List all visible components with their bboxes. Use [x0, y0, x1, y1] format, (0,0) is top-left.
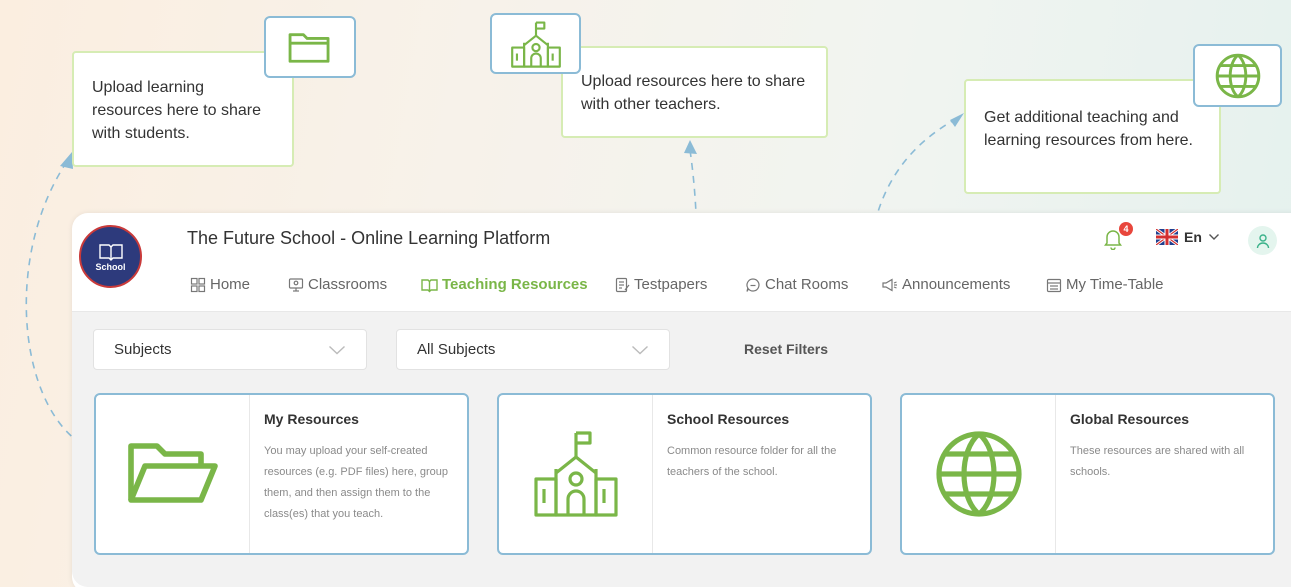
nav-classrooms[interactable]: Classrooms	[288, 276, 387, 293]
callout-my-resources: Upload learning resources here to share …	[72, 51, 294, 167]
all-subjects-select-value: All Subjects	[417, 341, 496, 358]
megaphone-icon	[882, 277, 897, 292]
book-icon	[421, 278, 438, 292]
home-icon	[190, 277, 206, 292]
callout-school-badge	[490, 13, 581, 74]
callout-globe-badge	[1193, 44, 1282, 107]
subjects-select-value: Subjects	[114, 341, 172, 358]
my-resources-card[interactable]: My Resources You may upload your self-cr…	[94, 393, 469, 555]
card-icon-area	[499, 395, 652, 553]
reset-filters-button[interactable]: Reset Filters	[744, 341, 828, 357]
all-subjects-select[interactable]: All Subjects	[396, 329, 670, 370]
school-icon	[533, 431, 618, 517]
user-icon	[1256, 233, 1269, 248]
callout-text: Upload learning resources here to share …	[92, 79, 261, 142]
card-title: School Resources	[667, 411, 790, 427]
school-logo[interactable]: School	[79, 225, 142, 288]
folder-icon	[127, 443, 218, 503]
callout-school-resources: Upload resources here to share with othe…	[561, 46, 828, 138]
uk-flag-icon	[1156, 229, 1178, 245]
subjects-select[interactable]: Subjects	[93, 329, 367, 370]
nav-chat-rooms[interactable]: Chat Rooms	[745, 276, 848, 293]
card-divider	[249, 395, 250, 553]
nav-chat-rooms-label: Chat Rooms	[765, 276, 849, 293]
nav-timetable[interactable]: My Time-Table	[1046, 276, 1164, 293]
nav-teaching-resources[interactable]: Teaching Resources	[421, 276, 588, 293]
card-description: Common resource folder for all the teach…	[667, 445, 837, 478]
card-icon-area	[902, 395, 1055, 553]
classroom-icon	[288, 277, 304, 292]
card-divider	[652, 395, 653, 553]
nav-timetable-label: My Time-Table	[1066, 276, 1164, 293]
callout-text: Upload resources here to share with othe…	[581, 73, 806, 113]
book-crest-icon	[98, 244, 123, 261]
chat-icon	[746, 277, 760, 292]
logo-text: School	[95, 262, 126, 272]
notification-badge: 4	[1119, 222, 1133, 236]
callout-global-resources: Get additional teaching and learning res…	[964, 79, 1221, 194]
calendar-icon	[1046, 278, 1062, 292]
platform-title: The Future School - Online Learning Plat…	[187, 228, 551, 248]
callout-folder-badge	[264, 16, 356, 78]
chevron-down-icon	[632, 345, 648, 354]
school-icon	[510, 20, 561, 68]
card-title: Global Resources	[1070, 411, 1190, 427]
card-title: My Resources	[264, 411, 359, 427]
globe-icon	[1215, 53, 1260, 98]
folder-icon	[288, 33, 330, 63]
chevron-down-icon	[329, 345, 345, 354]
nav-teaching-resources-label: Teaching Resources	[442, 276, 588, 293]
testpaper-icon	[615, 277, 630, 292]
global-resources-card[interactable]: Global Resources These resources are sha…	[900, 393, 1275, 555]
callout-text: Get additional teaching and learning res…	[984, 109, 1193, 149]
user-avatar[interactable]	[1248, 226, 1277, 255]
language-selector[interactable]: En	[1156, 229, 1220, 245]
nav-home-label: Home	[210, 276, 251, 293]
card-description: You may upload your self-created resourc…	[264, 445, 449, 520]
language-label: En	[1184, 229, 1202, 245]
globe-icon	[935, 431, 1022, 517]
nav-classrooms-label: Classrooms	[308, 276, 388, 293]
school-resources-card[interactable]: School Resources Common resource folder …	[497, 393, 872, 555]
nav-home[interactable]: Home	[190, 276, 250, 293]
card-icon-area	[96, 395, 249, 553]
nav-announcements[interactable]: Announcements	[881, 276, 1010, 293]
nav-testpapers[interactable]: Testpapers	[615, 276, 707, 293]
card-divider	[1055, 395, 1056, 553]
nav-announcements-label: Announcements	[902, 276, 1011, 293]
chevron-down-icon	[1208, 234, 1219, 240]
nav-testpapers-label: Testpapers	[634, 276, 708, 293]
card-description: These resources are shared with all scho…	[1070, 445, 1245, 478]
